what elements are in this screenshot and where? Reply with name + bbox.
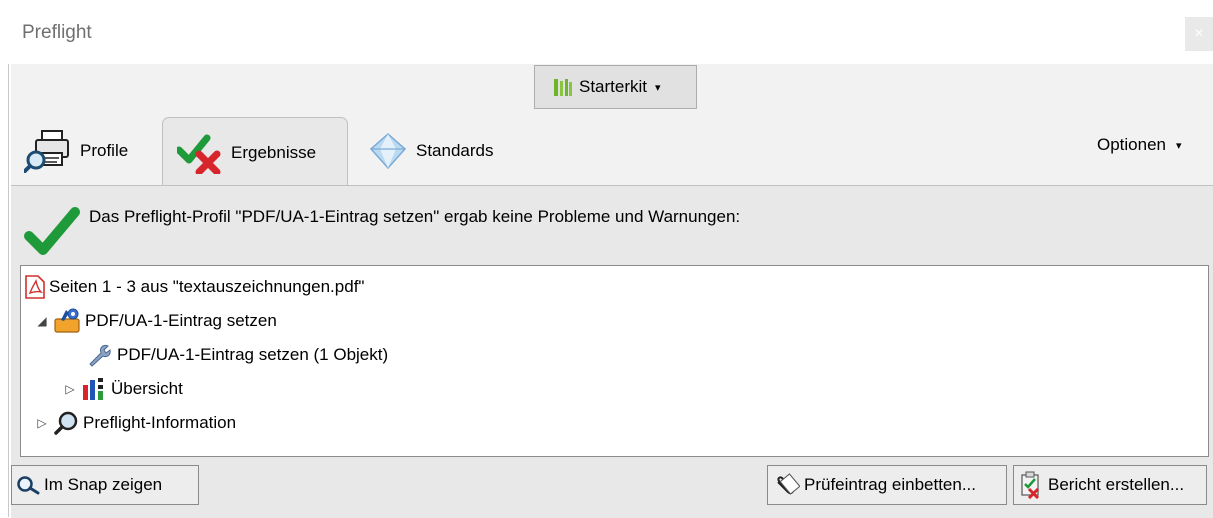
options-label: Optionen	[1097, 135, 1166, 154]
tab-standards-label: Standards	[416, 140, 494, 160]
tree-item-label: Übersicht	[111, 379, 183, 398]
button-label: Im Snap zeigen	[44, 475, 163, 494]
results-tree[interactable]: Seiten 1 - 3 aus "textauszeichnungen.pdf…	[20, 265, 1209, 457]
tree-item-profile[interactable]: ◢ PDF/UA-1-Eintrag setzen	[35, 306, 277, 336]
tab-ergebnisse-label: Ergebnisse	[231, 142, 317, 162]
tree-item-fixup[interactable]: PDF/UA-1-Eintrag setzen (1 Objekt)	[87, 340, 388, 370]
options-menu[interactable]: Optionen ▾	[1097, 135, 1182, 155]
tab-standards[interactable]: Standards	[368, 117, 528, 184]
result-summary: Das Preflight-Profil "PDF/UA-1-Eintrag s…	[89, 207, 741, 226]
check-cross-icon	[177, 132, 223, 174]
embed-audit-button[interactable]: Prüfeintrag einbetten...	[767, 465, 1007, 505]
tree-item-overview[interactable]: ▷ Übersicht	[63, 374, 183, 404]
starterkit-label: Starterkit	[579, 77, 648, 96]
button-label: Prüfeintrag einbetten...	[804, 475, 977, 494]
fixup-toolbox-icon	[53, 308, 81, 334]
diamond-icon	[368, 131, 408, 171]
big-green-check-icon	[24, 206, 80, 256]
show-in-snap-button[interactable]: Im Snap zeigen	[11, 465, 199, 505]
snap-magnifier-icon	[16, 475, 40, 495]
library-books-icon	[553, 77, 573, 97]
report-icon	[1018, 471, 1044, 499]
chart-icon	[81, 377, 107, 401]
collapsed-arrow-icon[interactable]: ▷	[35, 416, 49, 430]
title-bar: Preflight ×	[0, 0, 1213, 64]
pdf-icon	[25, 275, 45, 299]
tree-item-label: Seiten 1 - 3 aus "textauszeichnungen.pdf…	[49, 277, 365, 296]
window-left-border	[8, 64, 9, 517]
close-button[interactable]: ×	[1185, 17, 1213, 51]
button-label: Bericht erstellen...	[1048, 475, 1185, 494]
chevron-down-icon: ▾	[1176, 139, 1182, 152]
tree-item-label: PDF/UA-1-Eintrag setzen (1 Objekt)	[117, 345, 389, 364]
tab-profile[interactable]: Profile	[24, 117, 154, 184]
printer-magnifier-icon	[24, 129, 72, 173]
wrench-icon	[87, 343, 113, 367]
paperclip-icon	[772, 472, 800, 498]
starterkit-dropdown[interactable]: Starterkit ▾	[534, 65, 697, 109]
tree-item-label: Preflight-Information	[83, 413, 237, 432]
tree-item-preflight-info[interactable]: ▷ Preflight-Information	[35, 408, 236, 438]
create-report-button[interactable]: Bericht erstellen...	[1013, 465, 1207, 505]
window-title: Preflight	[22, 22, 92, 43]
expanded-arrow-icon[interactable]: ◢	[35, 314, 49, 328]
close-icon: ×	[1194, 25, 1204, 42]
collapsed-arrow-icon[interactable]: ▷	[63, 382, 77, 396]
magnifier-icon	[53, 411, 79, 435]
tab-profile-label: Profile	[80, 140, 129, 160]
tree-item-label: PDF/UA-1-Eintrag setzen	[85, 311, 277, 330]
chevron-down-icon: ▾	[655, 81, 661, 94]
tree-item-pages[interactable]: Seiten 1 - 3 aus "textauszeichnungen.pdf…	[25, 272, 364, 302]
tab-ergebnisse[interactable]: Ergebnisse	[162, 117, 348, 187]
